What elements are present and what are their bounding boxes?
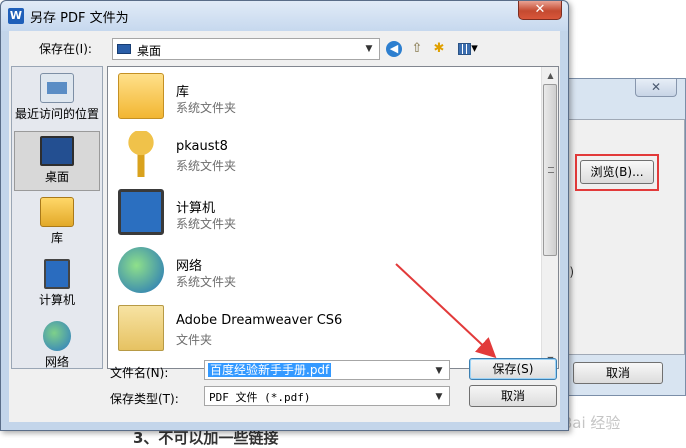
- list-item[interactable]: pkaust8 系统文件夹: [114, 127, 534, 183]
- computer-icon: [44, 259, 70, 289]
- scroll-up-icon[interactable]: ▲: [542, 67, 559, 84]
- filetype-select[interactable]: PDF 文件 (*.pdf) ▼: [204, 386, 450, 406]
- file-list: 库 系统文件夹 pkaust8 系统文件夹 计算机 系统文件夹 网络 系统文件夹…: [107, 66, 559, 369]
- item-name: 网络: [176, 259, 203, 274]
- item-name: Adobe Dreamweaver CS6: [176, 313, 343, 328]
- views-dropdown-arrow-icon: ▾: [471, 41, 478, 56]
- grip-icon: [548, 167, 554, 173]
- filetype-label: 保存类型(T):: [110, 392, 179, 406]
- folder-icon: [118, 73, 164, 119]
- list-item[interactable]: 计算机 系统文件夹: [114, 185, 534, 241]
- item-type: 系统文件夹: [176, 159, 237, 173]
- scroll-thumb[interactable]: [543, 84, 557, 256]
- place-label: 网络: [44, 355, 69, 369]
- save-in-value: 桌面: [137, 44, 162, 58]
- dialog-title: 另存 PDF 文件为: [30, 11, 129, 26]
- new-folder-icon[interactable]: ✱: [429, 39, 449, 59]
- back-arrow-icon: ◀: [386, 41, 402, 57]
- save-button[interactable]: 保存(S): [469, 358, 557, 380]
- title-bar[interactable]: W 另存 PDF 文件为 ✕: [1, 1, 568, 31]
- background-cancel-button[interactable]: 取消: [573, 362, 663, 384]
- item-name: 计算机: [176, 201, 216, 216]
- filename-input[interactable]: 百度经验新手手册.pdf ▼: [204, 360, 450, 380]
- recent-places-icon: [40, 73, 74, 103]
- save-in-label: 保存在(I):: [39, 42, 92, 56]
- vertical-scrollbar[interactable]: ▲ ▼: [541, 67, 558, 368]
- place-recent[interactable]: 最近访问的位置: [14, 69, 100, 129]
- place-label: 计算机: [38, 293, 75, 307]
- place-label: 库: [50, 231, 63, 245]
- item-type: 系统文件夹: [176, 217, 237, 231]
- background-close-icon[interactable]: ✕: [635, 79, 677, 97]
- item-type: 文件夹: [176, 333, 213, 347]
- network-icon: [118, 247, 164, 293]
- save-in-dropdown[interactable]: 桌面 ▼: [112, 38, 380, 60]
- back-button[interactable]: ◀: [384, 39, 404, 59]
- folder-icon: [118, 305, 164, 351]
- close-button[interactable]: ✕: [518, 1, 562, 20]
- background-dialog: ✕: [556, 78, 686, 396]
- save-as-dialog: W 另存 PDF 文件为 ✕ 保存在(I): 桌面 ▼ ◀ ⇧ ✱ ▾ 最近访问…: [0, 0, 569, 431]
- place-computer[interactable]: 计算机: [14, 255, 100, 315]
- cancel-button[interactable]: 取消: [469, 385, 557, 407]
- desktop-icon: [40, 136, 74, 166]
- computer-icon: [118, 189, 164, 235]
- chevron-down-icon[interactable]: ▼: [362, 41, 376, 57]
- chevron-down-icon[interactable]: ▼: [432, 389, 446, 405]
- desktop-icon: [117, 44, 131, 54]
- wps-app-icon: W: [8, 8, 24, 24]
- place-libraries[interactable]: 库: [14, 193, 100, 253]
- place-desktop[interactable]: 桌面: [14, 131, 100, 191]
- filename-label: 文件名(N):: [110, 366, 169, 380]
- item-name: pkaust8: [176, 139, 228, 154]
- list-item[interactable]: 网络 系统文件夹: [114, 243, 534, 299]
- item-name: 库: [176, 85, 190, 100]
- browse-button[interactable]: 浏览(B)...: [580, 160, 654, 184]
- network-icon: [43, 321, 71, 351]
- views-menu-button[interactable]: ▾: [454, 39, 482, 59]
- list-item[interactable]: Adobe Dreamweaver CS6 文件夹: [114, 301, 534, 357]
- place-network[interactable]: 网络: [14, 317, 100, 377]
- up-one-level-icon[interactable]: ⇧: [407, 39, 427, 59]
- key-icon: [118, 131, 164, 177]
- view-grid-icon: [458, 42, 472, 55]
- place-label: 最近访问的位置: [14, 107, 99, 121]
- watermark: Bai 经验: [562, 414, 621, 432]
- chevron-down-icon[interactable]: ▼: [432, 363, 446, 379]
- place-label: 桌面: [44, 170, 69, 184]
- filename-value: 百度经验新手手册.pdf: [208, 363, 332, 377]
- list-item[interactable]: 库 系统文件夹: [114, 69, 534, 125]
- item-type: 系统文件夹: [176, 275, 237, 289]
- places-bar: 最近访问的位置 桌面 库 计算机 网络: [11, 66, 103, 369]
- libraries-icon: [40, 197, 74, 227]
- filetype-value: PDF 文件 (*.pdf): [209, 391, 311, 404]
- item-type: 系统文件夹: [176, 101, 237, 115]
- dialog-content: 保存在(I): 桌面 ▼ ◀ ⇧ ✱ ▾ 最近访问的位置 桌面 库 计算机 网络…: [9, 31, 560, 422]
